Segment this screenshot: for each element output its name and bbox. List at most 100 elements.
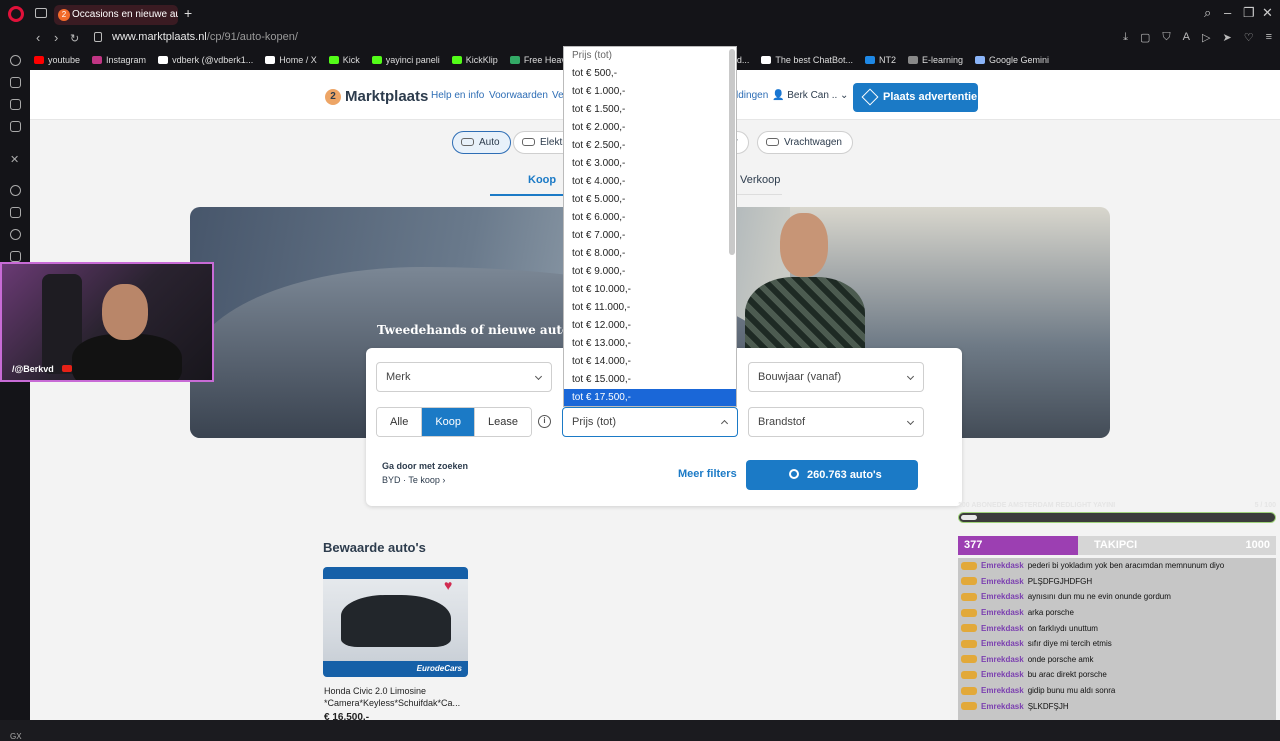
new-tab-icon[interactable]: + xyxy=(184,5,192,21)
header-link-ve[interactable]: Ve xyxy=(552,90,564,101)
download-icon[interactable]: ⤓ xyxy=(1123,31,1128,44)
brand-select[interactable]: Merk xyxy=(376,362,552,392)
segment-all[interactable]: Alle xyxy=(377,408,423,436)
subscriber-badge-icon xyxy=(961,702,977,711)
bookmark-item[interactable]: youtube xyxy=(34,55,80,65)
price-option[interactable]: tot € 10.000,- xyxy=(564,281,736,299)
saved-car-title[interactable]: Honda Civic 2.0 Limosine *Camera*Keyless… xyxy=(324,685,474,709)
bookmark-item[interactable]: KickKlip xyxy=(451,55,498,65)
marktplaats-logo[interactable]: 2 Marktplaats xyxy=(325,88,428,105)
tab-sell[interactable]: Verkoop xyxy=(740,174,780,186)
price-option[interactable]: Prijs (tot) xyxy=(564,47,736,65)
segment-buy[interactable]: Koop xyxy=(422,408,476,436)
opera-logo-icon[interactable] xyxy=(8,6,24,22)
messages-link[interactable]: ldingen xyxy=(736,90,768,101)
price-option[interactable]: tot € 17.500,- xyxy=(564,389,736,406)
extensions-icon[interactable] xyxy=(10,251,21,262)
price-option[interactable]: tot € 9.000,- xyxy=(564,263,736,281)
price-option[interactable]: tot € 1.000,- xyxy=(564,83,736,101)
restore-icon[interactable]: ❐ xyxy=(1243,5,1255,21)
price-option[interactable]: tot € 12.000,- xyxy=(564,317,736,335)
bookmark-item[interactable]: Kick xyxy=(328,55,360,65)
bookmark-item[interactable]: E-learning xyxy=(907,55,963,65)
price-option[interactable]: tot € 8.000,- xyxy=(564,245,736,263)
bookmark-item[interactable]: Instagram xyxy=(92,55,146,65)
info-icon[interactable]: i xyxy=(538,415,551,428)
chat-text: sıfır diye mi tercih etmis xyxy=(1027,639,1112,649)
vpn-icon[interactable]: ▷ xyxy=(1202,31,1210,44)
year-select[interactable]: Bouwjaar (vanaf) xyxy=(748,362,924,392)
saved-car-card[interactable]: EurodeCars ♥ xyxy=(323,567,468,677)
category-auto[interactable]: Auto xyxy=(452,131,511,154)
price-option[interactable]: tot € 7.000,- xyxy=(564,227,736,245)
place-ad-button[interactable]: Plaats advertentie xyxy=(853,83,978,112)
bookmark-item[interactable]: yayinci paneli xyxy=(371,55,440,65)
bookmark-item[interactable]: Google Gemini xyxy=(975,55,1049,65)
price-option[interactable]: tot € 500,- xyxy=(564,65,736,83)
pin-icon[interactable] xyxy=(10,207,21,218)
price-option[interactable]: tot € 13.000,- xyxy=(564,335,736,353)
speed-dial-icon[interactable] xyxy=(10,55,21,66)
segment-lease[interactable]: Lease xyxy=(475,408,532,436)
tab-marktplaats[interactable]: 2 Occasions en nieuwe au xyxy=(54,5,178,25)
price-select[interactable]: Prijs (tot) xyxy=(562,407,738,437)
url-field[interactable]: www.marktplaats.nl/cp/91/auto-kopen/ xyxy=(112,31,298,43)
price-option[interactable]: tot € 2.000,- xyxy=(564,119,736,137)
follower-goal-bar: 377 TAKIPCI 1000 xyxy=(958,536,1276,555)
messenger-icon[interactable] xyxy=(10,121,21,132)
price-option[interactable]: tot € 15.000,- xyxy=(564,371,736,389)
chat-nick: Emrekdask xyxy=(981,576,1024,586)
terms-link[interactable]: Voorwaarden xyxy=(489,90,548,101)
chat-text: onde porsche amk xyxy=(1027,654,1094,664)
reload-icon[interactable]: ↻ xyxy=(70,32,79,45)
user-menu[interactable]: 👤 Berk Can .. ⌄ xyxy=(772,90,848,101)
snapshot-icon[interactable]: ▢ xyxy=(1140,31,1150,44)
bag-icon[interactable] xyxy=(10,77,21,88)
history-icon[interactable] xyxy=(10,229,21,240)
price-option[interactable]: tot € 4.000,- xyxy=(564,173,736,191)
price-option[interactable]: tot € 2.500,- xyxy=(564,137,736,155)
bookmark-item[interactable]: vdberk (@vdberk1... xyxy=(158,55,253,65)
price-option[interactable]: tot € 14.000,- xyxy=(564,353,736,371)
x-twitter-icon[interactable]: ✕ xyxy=(10,153,21,166)
subscriber-badge-icon xyxy=(961,655,977,664)
sub-goal-bar xyxy=(958,512,1276,523)
category-truck[interactable]: Vrachtwagen xyxy=(757,131,853,154)
send-icon[interactable]: ➤ xyxy=(1222,31,1231,44)
player-icon[interactable] xyxy=(10,185,21,196)
search-results-button[interactable]: 260.763 auto's xyxy=(746,460,918,490)
shield-icon[interactable]: ⛉ xyxy=(1162,31,1170,44)
chat-message: Emrekdask on farklıydı unuttum xyxy=(958,620,1276,636)
user-icon: 👤 xyxy=(772,90,785,101)
hero-title: Tweedehands of nieuwe auto ko xyxy=(377,323,591,337)
price-option[interactable]: tot € 6.000,- xyxy=(564,209,736,227)
price-option[interactable]: tot € 3.000,- xyxy=(564,155,736,173)
bookmark-item[interactable]: The best ChatBot... xyxy=(761,55,853,65)
heart-icon[interactable]: ♡ xyxy=(1244,31,1254,44)
close-window-icon[interactable]: ✕ xyxy=(1262,5,1273,21)
fuel-select[interactable]: Brandstof xyxy=(748,407,924,437)
price-option[interactable]: tot € 1.500,- xyxy=(564,101,736,119)
price-option[interactable]: tot € 5.000,- xyxy=(564,191,736,209)
bookmark-item[interactable]: Home / X xyxy=(265,55,317,65)
forward-icon[interactable]: › xyxy=(54,30,58,45)
gx-control-icon[interactable] xyxy=(10,99,21,110)
back-icon[interactable]: ‹ xyxy=(36,30,40,45)
more-filters-link[interactable]: Meer filters xyxy=(678,468,737,480)
search-tabs-icon[interactable]: ⌕ xyxy=(1204,5,1211,21)
continue-search-link[interactable]: BYD · Te koop › xyxy=(382,475,445,485)
chevron-down-icon xyxy=(906,417,915,426)
minimize-icon[interactable]: – xyxy=(1224,5,1231,20)
subscriber-badge-icon xyxy=(961,608,977,617)
help-link[interactable]: Help en info xyxy=(431,90,484,101)
dropdown-scrollbar[interactable] xyxy=(729,49,735,255)
favorite-heart-icon[interactable]: ♥ xyxy=(444,577,452,593)
chat-message: Emrekdask aynısını dun mu ne evin onunde … xyxy=(958,589,1276,605)
tab-island-icon[interactable] xyxy=(35,8,47,18)
bookmark-item[interactable]: NT2 xyxy=(864,55,896,65)
continue-search-sub: BYD · Te koop xyxy=(382,475,440,485)
price-option[interactable]: tot € 11.000,- xyxy=(564,299,736,317)
translate-icon[interactable]: A xyxy=(1183,31,1190,44)
tab-buy[interactable]: Koop xyxy=(528,174,556,186)
menu-icon[interactable]: ≡ xyxy=(1266,31,1272,44)
